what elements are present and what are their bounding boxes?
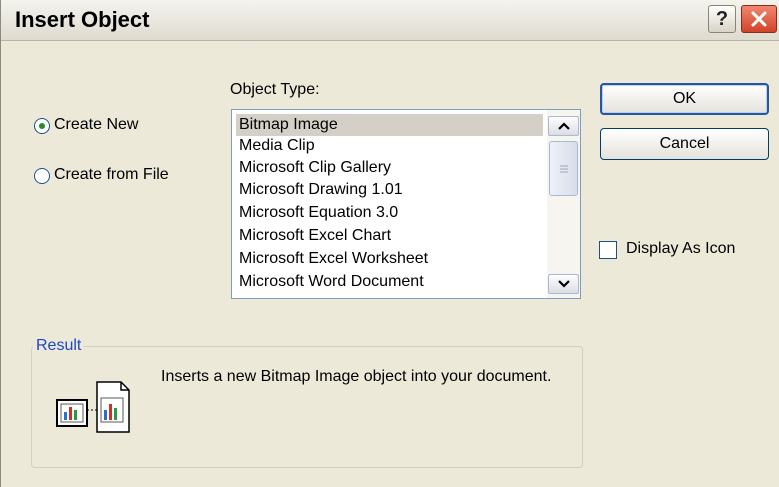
cancel-button[interactable]: Cancel xyxy=(600,128,769,160)
result-group-title: Result xyxy=(33,337,85,355)
list-item[interactable]: Bitmap Image xyxy=(236,114,543,136)
radio-selected-dot xyxy=(39,123,45,129)
scroll-down-button[interactable] xyxy=(548,274,579,294)
create-from-file-radio[interactable] xyxy=(34,168,50,184)
result-description: Inserts a new Bitmap Image object into y… xyxy=(161,368,552,385)
insert-object-dialog: Insert Object ? Create New Create from F… xyxy=(0,0,779,487)
title-bar[interactable]: Insert Object ? xyxy=(1,0,779,41)
list-item[interactable]: Microsoft Drawing 1.01 xyxy=(236,179,543,201)
dialog-title: Insert Object xyxy=(15,7,150,32)
create-new-radio[interactable] xyxy=(34,118,50,134)
create-new-label[interactable]: Create New xyxy=(54,116,138,134)
list-item[interactable]: Media Clip xyxy=(236,135,543,157)
list-item[interactable]: Microsoft Excel Worksheet xyxy=(236,248,543,270)
list-item[interactable]: Microsoft Equation 3.0 xyxy=(236,202,543,224)
object-type-listbox[interactable]: Bitmap Image Media Clip Microsoft Clip G… xyxy=(231,109,581,299)
display-as-icon-checkbox[interactable] xyxy=(599,241,617,259)
scroll-up-button[interactable] xyxy=(548,116,579,136)
object-type-label: Object Type: xyxy=(230,81,320,98)
display-as-icon-label[interactable]: Display As Icon xyxy=(626,240,735,258)
scroll-thumb[interactable] xyxy=(549,141,578,196)
scroll-down-arrow-icon xyxy=(557,280,570,288)
help-button[interactable]: ? xyxy=(708,5,736,33)
close-icon xyxy=(751,11,767,27)
result-object-icon xyxy=(56,381,130,433)
vertical-scrollbar[interactable] xyxy=(547,110,580,298)
scroll-grip-icon xyxy=(559,165,568,172)
help-icon: ? xyxy=(715,7,729,30)
scroll-up-arrow-icon xyxy=(557,122,570,130)
ok-button[interactable]: OK xyxy=(600,83,769,115)
create-from-file-label[interactable]: Create from File xyxy=(54,166,169,184)
list-item[interactable]: Microsoft Excel Chart xyxy=(236,225,543,247)
close-button[interactable] xyxy=(741,5,777,33)
list-item[interactable]: Microsoft Word Document xyxy=(236,271,543,293)
list-item[interactable]: Microsoft Clip Gallery xyxy=(236,157,543,179)
